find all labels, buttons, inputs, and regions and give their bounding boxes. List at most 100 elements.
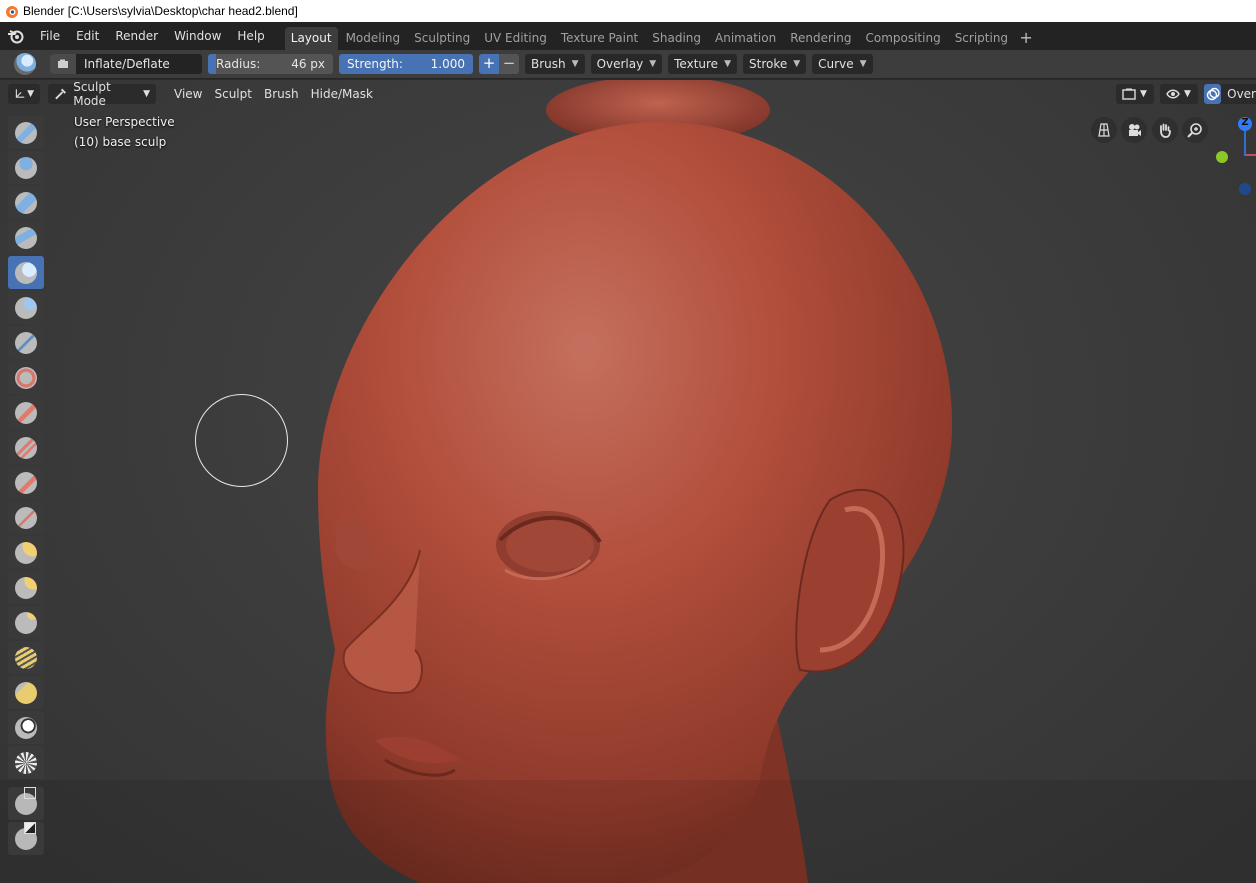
mode-selector[interactable]: Sculpt Mode ▼ — [48, 80, 156, 108]
draw-icon — [15, 121, 37, 144]
tab-modeling[interactable]: Modeling — [340, 27, 407, 50]
tool-snake-hook[interactable] — [8, 641, 44, 674]
menu-help[interactable]: Help — [229, 22, 272, 50]
tool-draw[interactable] — [8, 116, 44, 149]
tool-pose[interactable] — [8, 711, 44, 744]
grab-icon — [15, 576, 37, 599]
tab-shading[interactable]: Shading — [646, 27, 707, 50]
tool-flatten[interactable] — [8, 396, 44, 429]
strength-label: Strength: — [347, 57, 403, 71]
overlay-dropdown[interactable]: Overlay ▼ — [590, 54, 663, 74]
overlays-label: Over — [1227, 87, 1256, 101]
viewport-menu-brush[interactable]: Brush — [258, 84, 305, 104]
chevron-down-icon: ▼ — [143, 89, 150, 99]
tool-fill[interactable] — [8, 431, 44, 464]
tab-rendering[interactable]: Rendering — [784, 27, 857, 50]
tab-compositing[interactable]: Compositing — [859, 27, 946, 50]
chevron-down-icon: ▼ — [1184, 89, 1191, 99]
menu-window[interactable]: Window — [166, 22, 229, 50]
view-perspective-label: User Perspective — [74, 115, 175, 129]
tool-blob[interactable] — [8, 291, 44, 324]
viewport-menu-sculpt[interactable]: Sculpt — [208, 84, 257, 104]
viewport-menu-view[interactable]: View — [168, 84, 208, 104]
workspace-tabs: Layout Modeling Sculpting UV Editing Tex… — [284, 22, 1036, 50]
tab-animation[interactable]: Animation — [709, 27, 782, 50]
active-object-label: (10) base sculp — [74, 135, 167, 149]
radius-slider-fill — [208, 54, 216, 74]
tool-grab[interactable] — [8, 571, 44, 604]
tool-multiplane-scrape[interactable] — [8, 501, 44, 534]
overlays-toggle[interactable]: Over — [1204, 84, 1256, 104]
hand-icon — [1160, 123, 1171, 138]
curve-dropdown[interactable]: Curve ▼ — [812, 54, 873, 74]
tool-elastic-deform[interactable] — [8, 606, 44, 639]
brush-radius-cursor — [195, 394, 288, 487]
strength-slider[interactable]: Strength: 1.000 — [339, 54, 473, 74]
menu-file[interactable]: File — [32, 22, 68, 50]
window-titlebar: Blender [C:\Users\sylvia\Desktop\char he… — [0, 0, 1256, 22]
tab-layout[interactable]: Layout — [284, 27, 338, 50]
tool-thumb[interactable] — [8, 676, 44, 709]
tool-scrape[interactable] — [8, 466, 44, 499]
menu-edit[interactable]: Edit — [68, 22, 107, 50]
editor-type-button[interactable]: ▼ — [8, 84, 40, 104]
tool-pinch[interactable] — [8, 536, 44, 569]
crease-icon — [15, 331, 37, 354]
object-type-visibility-button[interactable]: ▼ — [1116, 84, 1154, 104]
flatten-icon — [15, 401, 37, 424]
tool-clay[interactable] — [8, 186, 44, 219]
tool-nudge[interactable] — [8, 746, 44, 779]
tool-inflate[interactable] — [8, 256, 44, 289]
tab-sculpting[interactable]: Sculpting — [408, 27, 476, 50]
object-type-icon — [1122, 88, 1136, 100]
top-menubar: File Edit Render Window Help Layout Mode… — [0, 22, 1256, 50]
3d-viewport[interactable]: ▼ Sculpt Mode ▼ View Sculpt Brush Hide/M… — [0, 80, 1256, 883]
camera-view-button[interactable] — [1121, 117, 1147, 143]
menu-render[interactable]: Render — [107, 22, 166, 50]
toggle-ortho-button[interactable] — [1091, 117, 1117, 143]
elastic-deform-icon — [15, 611, 37, 634]
chevron-down-icon: ▼ — [27, 89, 34, 99]
add-workspace-button[interactable]: + — [1016, 27, 1036, 50]
tab-scripting[interactable]: Scripting — [949, 27, 1014, 50]
active-tool-icon[interactable] — [14, 53, 36, 75]
snake-hook-icon — [15, 646, 37, 669]
tool-box-mask[interactable] — [8, 786, 44, 820]
tool-mask[interactable] — [8, 821, 44, 855]
navigation-axis-gizmo[interactable] — [1236, 115, 1256, 235]
tool-clay-strips[interactable] — [8, 221, 44, 254]
tab-uv-editing[interactable]: UV Editing — [478, 27, 553, 50]
blender-logo-icon[interactable] — [0, 22, 32, 50]
brush-name-field[interactable]: Inflate/Deflate — [76, 57, 170, 71]
chevron-down-icon: ▼ — [793, 59, 801, 69]
radius-slider[interactable]: Radius: 46 px — [208, 54, 333, 74]
brush-browse-icon[interactable] — [50, 54, 76, 74]
tool-settings-header: Inflate/Deflate Radius: 46 px Strength: … — [0, 50, 1256, 79]
fill-icon — [15, 436, 37, 459]
tab-texture-paint[interactable]: Texture Paint — [555, 27, 644, 50]
chevron-down-icon: ▼ — [649, 59, 657, 69]
subtract-direction-button[interactable]: − — [499, 54, 519, 74]
axis-y-dot[interactable] — [1216, 151, 1228, 163]
radius-label: Radius: — [216, 57, 261, 71]
texture-dropdown[interactable]: Texture ▼ — [668, 54, 737, 74]
tool-crease[interactable] — [8, 326, 44, 359]
camera-icon — [1129, 124, 1141, 136]
brush-selector[interactable]: Inflate/Deflate — [50, 54, 202, 74]
pan-view-button[interactable] — [1152, 117, 1178, 143]
gizmo-visibility-button[interactable]: ▼ — [1160, 84, 1198, 104]
axis-z-label: Z — [1241, 117, 1249, 128]
tool-smooth[interactable] — [8, 361, 44, 394]
zoom-view-button[interactable] — [1182, 117, 1208, 143]
tool-draw-sharp[interactable] — [8, 151, 44, 184]
pose-icon — [15, 716, 37, 739]
stroke-dropdown[interactable]: Stroke ▼ — [743, 54, 807, 74]
window-title: Blender [C:\Users\sylvia\Desktop\char he… — [23, 4, 298, 18]
mode-label: Sculpt Mode — [73, 80, 111, 108]
add-direction-button[interactable]: + — [479, 54, 499, 74]
viewport-menu-hide-mask[interactable]: Hide/Mask — [305, 84, 379, 104]
brush-dropdown[interactable]: Brush ▼ — [525, 54, 585, 74]
clay-icon — [15, 191, 37, 214]
curve-dropdown-label: Curve — [818, 57, 854, 71]
axis-transform-icon — [15, 89, 25, 98]
